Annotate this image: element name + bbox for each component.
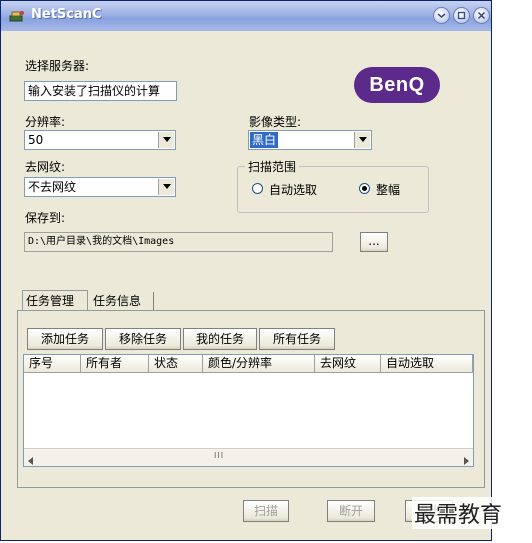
horizontal-scrollbar[interactable]: III — [24, 448, 473, 466]
restore-icon — [457, 11, 466, 20]
auto-select-radio[interactable] — [252, 183, 263, 194]
benq-logo: BenQ — [354, 67, 440, 103]
column-header-status[interactable]: 状态 — [149, 355, 203, 373]
column-header-color-resolution[interactable]: 颜色/分辨率 — [203, 355, 315, 373]
tab-task-management[interactable]: 任务管理 — [22, 290, 88, 310]
dropdown-arrow[interactable] — [354, 132, 370, 148]
close-button[interactable] — [473, 7, 490, 24]
column-header-auto-select[interactable]: 自动选取 — [381, 355, 473, 373]
full-page-radio[interactable] — [359, 183, 370, 194]
minimize-icon — [437, 13, 446, 18]
dropdown-arrow[interactable] — [158, 132, 174, 148]
remove-task-button[interactable]: 移除任务 — [105, 328, 181, 350]
server-label: 选择服务器: — [25, 59, 90, 73]
chevron-down-icon — [163, 137, 171, 142]
add-task-button[interactable]: 添加任务 — [27, 328, 103, 350]
tab-task-management-label: 任务管理 — [26, 294, 75, 308]
resolution-value: 50 — [28, 133, 44, 147]
watermark-text: 最需教育 — [412, 497, 505, 529]
server-input[interactable]: 输入安装了扫描仪的计算 — [24, 81, 177, 101]
restore-button[interactable] — [453, 7, 470, 24]
image-type-select[interactable]: 黑白 — [248, 130, 372, 150]
scanner-app-icon — [9, 8, 25, 24]
descreen-select[interactable]: 不去网纹 — [24, 177, 176, 197]
all-tasks-button[interactable]: 所有任务 — [259, 328, 335, 350]
save-to-label: 保存到: — [25, 211, 66, 225]
resolution-label: 分辨率: — [25, 115, 66, 129]
scroll-thumb[interactable]: III — [214, 451, 224, 460]
tab-task-info-label: 任务信息 — [93, 294, 142, 308]
image-type-value: 黑白 — [250, 132, 279, 148]
descreen-label: 去网纹: — [25, 160, 66, 174]
netscan-window: NetScanC 选择服务器: 输入安装了扫描仪的计算 BenQ 分辨率: 50… — [0, 0, 492, 541]
minimize-button[interactable] — [433, 7, 450, 24]
column-header-owner[interactable]: 所有者 — [81, 355, 149, 373]
brand-logo-text: BenQ — [369, 74, 425, 96]
close-icon — [477, 11, 486, 20]
descreen-value: 不去网纹 — [28, 180, 77, 194]
image-type-label: 影像类型: — [249, 115, 302, 129]
chevron-down-icon — [359, 137, 367, 142]
window-title: NetScanC — [31, 7, 102, 22]
column-header-descreen[interactable]: 去网纹 — [315, 355, 381, 373]
scroll-left-icon[interactable] — [28, 454, 33, 468]
radio-selected-dot — [362, 186, 367, 191]
auto-select-label[interactable]: 自动选取 — [269, 181, 317, 198]
full-page-label[interactable]: 整幅 — [376, 181, 400, 198]
scan-area-label: 扫描范围 — [245, 158, 300, 175]
disconnect-button[interactable]: 断开 — [327, 500, 375, 522]
resolution-select[interactable]: 50 — [24, 130, 176, 150]
browse-button[interactable]: ... — [360, 232, 388, 252]
scan-button[interactable]: 扫描 — [243, 500, 289, 522]
save-path-field: D:\用户目录\我的文档\Images — [24, 232, 333, 252]
my-tasks-button[interactable]: 我的任务 — [183, 328, 257, 350]
tab-task-info[interactable]: 任务信息 — [90, 292, 154, 310]
title-bar[interactable]: NetScanC — [1, 1, 491, 31]
scroll-right-icon[interactable] — [464, 454, 469, 468]
column-header-number[interactable]: 序号 — [24, 355, 81, 373]
dropdown-arrow[interactable] — [158, 179, 174, 195]
task-list[interactable]: 序号 所有者 状态 颜色/分辨率 去网纹 自动选取 III — [23, 354, 474, 467]
chevron-down-icon — [163, 184, 171, 189]
